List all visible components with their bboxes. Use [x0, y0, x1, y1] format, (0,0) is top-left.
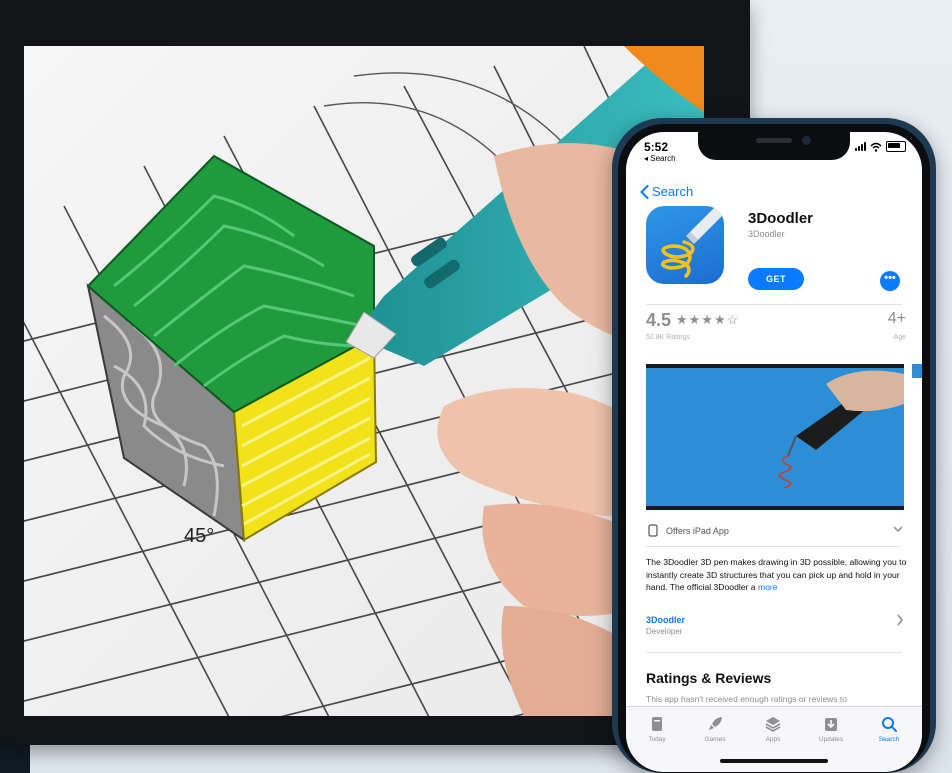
tab-today[interactable]: Today — [632, 715, 682, 743]
tab-bar: Today Games Apps Updates Search — [626, 706, 922, 772]
tab-label: Today — [648, 736, 666, 743]
iphone-device: 5:52 ◂ Search Search 3Doodler 3Doodler G… — [612, 118, 936, 773]
search-icon — [882, 717, 897, 732]
tab-games[interactable]: Games — [690, 715, 740, 743]
developer-role: Developer — [646, 627, 683, 636]
offers-ipad-row[interactable]: Offers iPad App — [648, 524, 729, 537]
ratings-reviews-title: Ratings & Reviews — [646, 670, 772, 686]
rating-value: 4.5 — [646, 310, 672, 330]
download-icon — [825, 718, 837, 731]
back-to-app-link[interactable]: ◂ Search — [644, 154, 676, 163]
app-developer[interactable]: 3Doodler — [748, 229, 785, 239]
tab-search[interactable]: Search — [864, 715, 914, 743]
camera — [802, 136, 811, 145]
developer-link[interactable]: 3Doodler — [646, 615, 685, 625]
age-rating: 4+ — [887, 310, 906, 327]
chevron-down-icon[interactable] — [892, 524, 904, 534]
tab-label: Updates — [818, 736, 844, 743]
app-icon[interactable] — [646, 206, 724, 284]
wifi-icon — [870, 142, 882, 152]
chevron-left-icon — [640, 184, 649, 199]
signal-icon — [855, 142, 866, 151]
nav-back-label: Search — [652, 184, 694, 199]
ipad-icon — [648, 524, 658, 537]
rating-summary: 4.5 ★★★★☆ 52.8K Ratings 4+ Age — [646, 310, 906, 341]
tab-label: Search — [878, 736, 900, 743]
tab-label: Apps — [765, 736, 781, 743]
notch — [698, 132, 850, 160]
ipad-screen: 45° — [24, 46, 704, 716]
more-options-button[interactable]: ••• — [880, 271, 900, 291]
tab-label: Games — [704, 736, 726, 743]
age-label: Age — [893, 334, 906, 341]
layers-icon — [765, 717, 781, 732]
preview-pen-drawing-image — [778, 370, 904, 489]
app-store-screen: 5:52 ◂ Search Search 3Doodler 3Doodler G… — [626, 132, 922, 772]
tab-updates[interactable]: Updates — [806, 715, 856, 743]
system-icons — [855, 141, 906, 152]
pen-spiral-icon — [661, 206, 724, 278]
offers-ipad-label: Offers iPad App — [666, 525, 729, 536]
iphone-bezel: 5:52 ◂ Search Search 3Doodler 3Doodler G… — [618, 124, 930, 773]
speaker — [756, 138, 792, 143]
nav-back-button[interactable]: Search — [640, 184, 693, 199]
home-indicator[interactable] — [720, 759, 828, 763]
tab-apps[interactable]: Apps — [748, 715, 798, 743]
screenshot-preview[interactable] — [646, 364, 904, 510]
status-time: 5:52 — [644, 140, 669, 154]
next-screenshot-peek[interactable] — [912, 364, 922, 378]
app-description: The 3Doodler 3D pen makes drawing in 3D … — [646, 556, 908, 594]
battery-icon — [886, 141, 906, 152]
more-link[interactable]: more — [758, 582, 778, 592]
rocket-icon — [709, 717, 722, 730]
get-button[interactable]: GET — [748, 268, 804, 290]
divider — [646, 304, 902, 305]
ratings-note: This app hasn't received enough ratings … — [646, 694, 848, 704]
chevron-right-icon[interactable] — [896, 614, 904, 626]
today-icon — [652, 717, 662, 731]
rating-stars: ★★★★☆ — [676, 312, 740, 327]
rating-count: 52.8K Ratings — [646, 334, 690, 341]
divider — [646, 652, 902, 653]
divider — [646, 546, 902, 547]
ipad-photo-3d-pen-cube: 45° — [24, 46, 704, 716]
app-name: 3Doodler — [748, 210, 814, 227]
angle-label: 45° — [184, 525, 214, 547]
